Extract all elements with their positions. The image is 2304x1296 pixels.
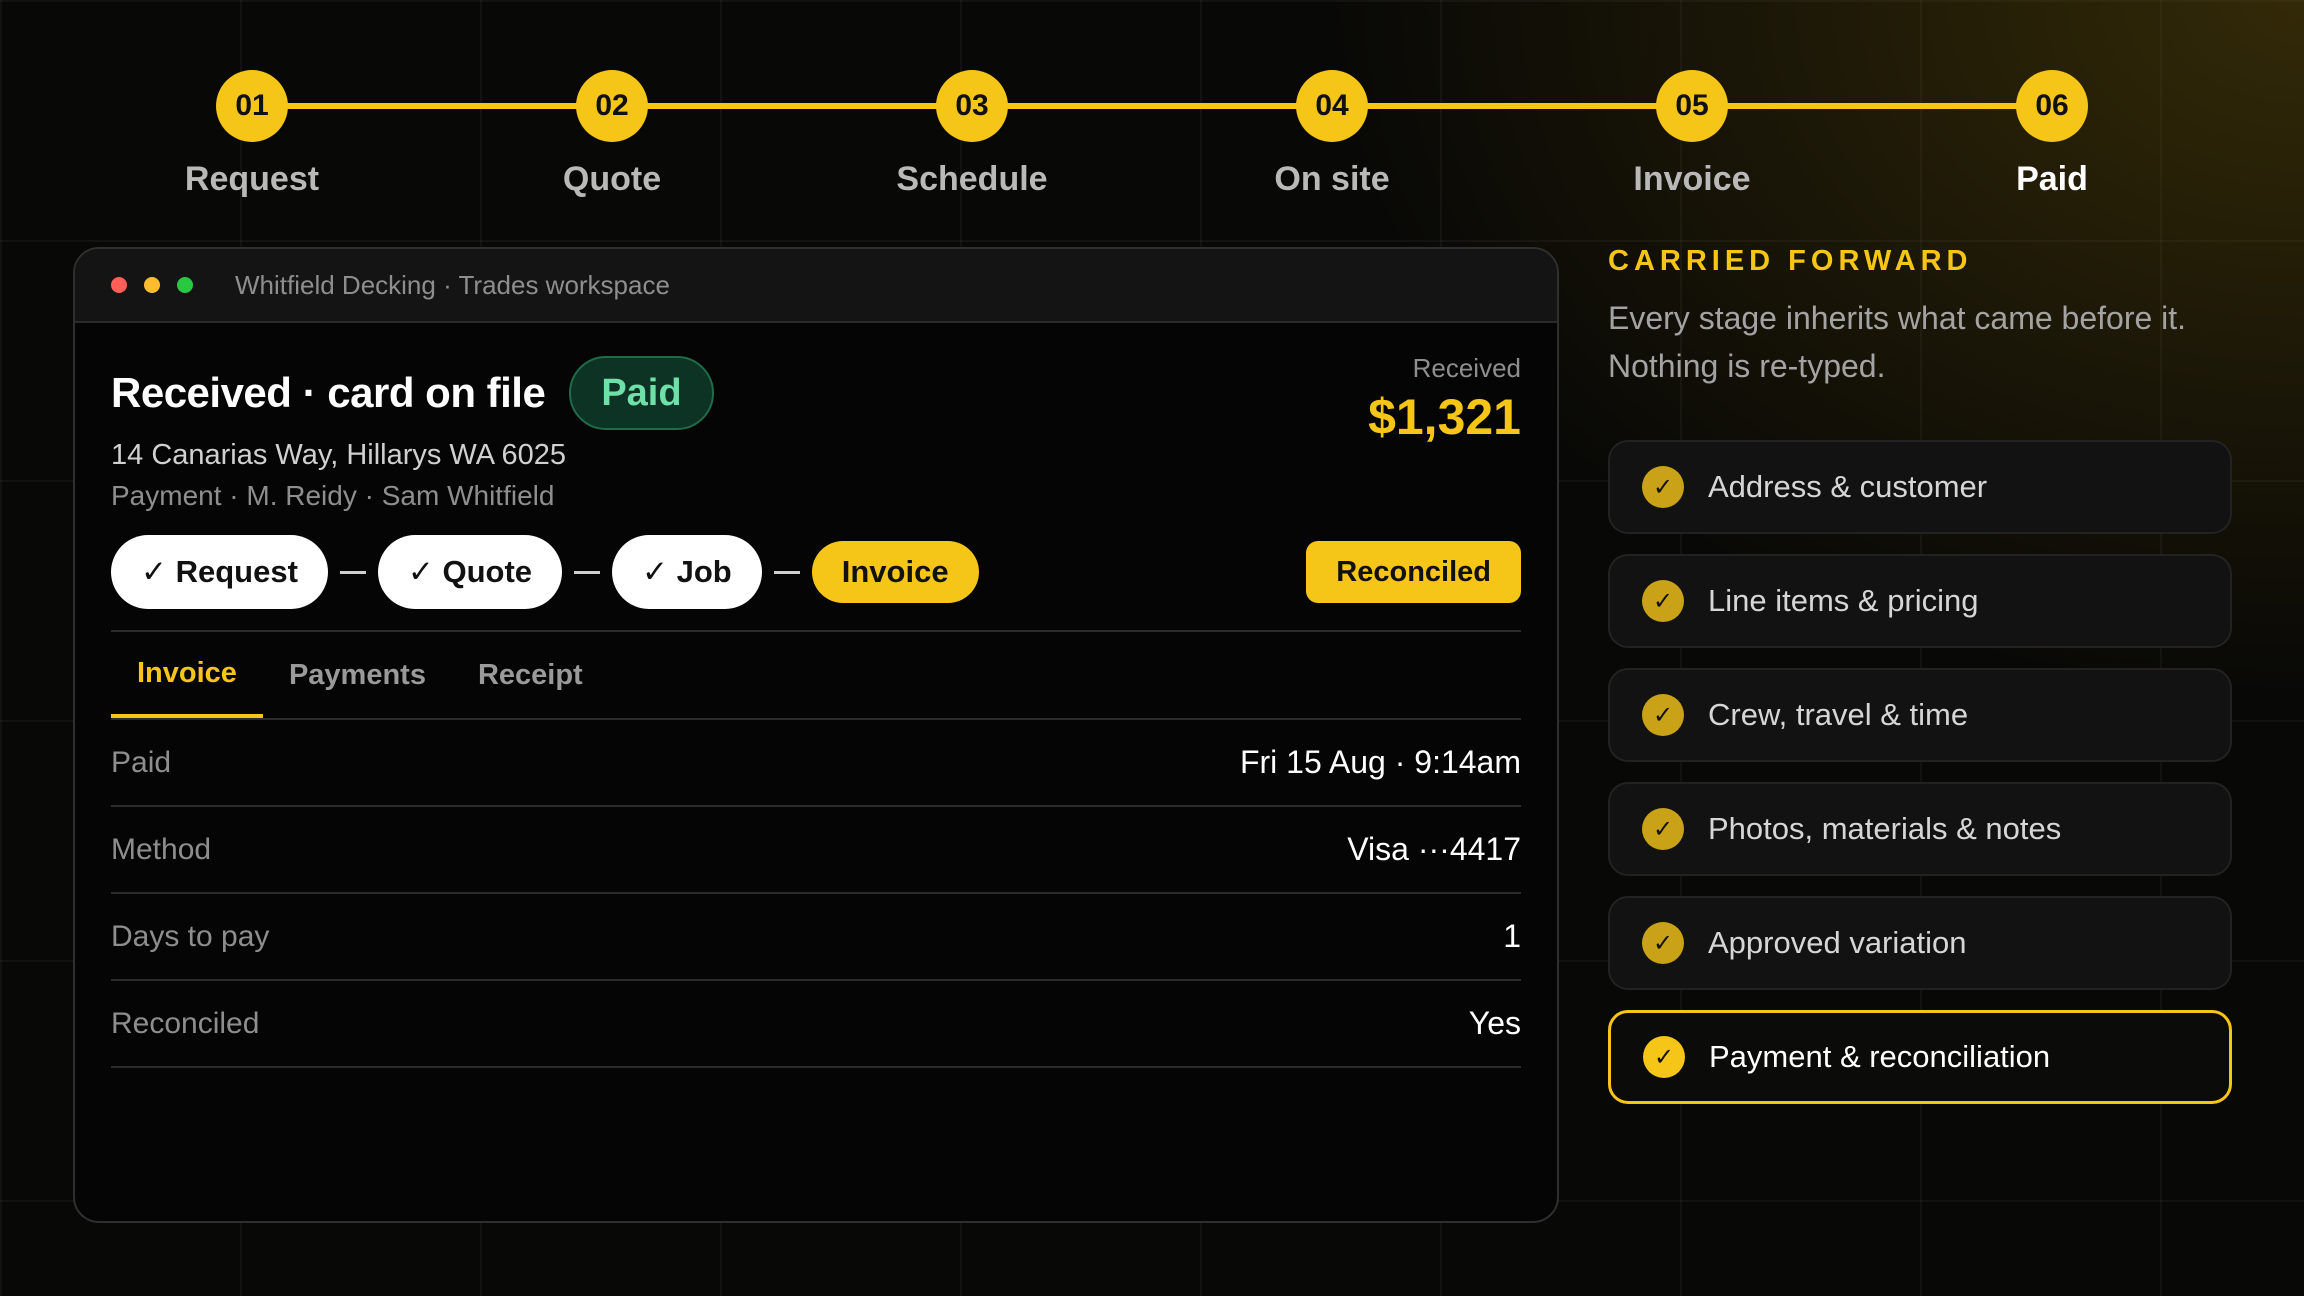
reconciled-button[interactable]: Reconciled — [1306, 541, 1521, 603]
tab-payments[interactable]: Payments — [263, 632, 452, 718]
progress-stepper: 01 Request 02 Quote 03 Schedule 04 On si… — [0, 0, 2304, 230]
step-label: Invoice — [1633, 160, 1751, 198]
carried-item-label: Payment & reconciliation — [1709, 1039, 2051, 1074]
detail-row-reconciled: Reconciled Yes — [111, 981, 1521, 1068]
step-number: 06 — [2016, 70, 2088, 142]
carried-item-address-customer[interactable]: ✓ Address & customer — [1608, 440, 2232, 534]
step-number: 02 — [576, 70, 648, 142]
detail-row-days-to-pay: Days to pay 1 — [111, 894, 1521, 981]
amount-summary: Received $1,321 — [1368, 353, 1521, 446]
check-icon: ✓ — [1642, 580, 1684, 622]
check-icon: ✓ — [1642, 694, 1684, 736]
document-chain: ✓ Request ✓ Quote ✓ Job Invoice Reconcil… — [111, 534, 1521, 610]
step-invoice[interactable]: 05 Invoice — [1572, 70, 1812, 199]
panel-description: Every stage inherits what came before it… — [1608, 294, 2232, 390]
record-address: 14 Canarias Way, Hillarys WA 6025 — [111, 439, 567, 471]
detail-key: Days to pay — [111, 919, 270, 953]
chain-chip-job[interactable]: ✓ Job — [612, 535, 762, 609]
step-quote[interactable]: 02 Quote — [492, 70, 732, 199]
carried-forward-panel: CARRIED FORWARD Every stage inherits wha… — [1608, 245, 2232, 1124]
step-on-site[interactable]: 04 On site — [1212, 70, 1452, 199]
detail-row-method: Method Visa ···4417 — [111, 807, 1521, 894]
carried-item-crew-travel-time[interactable]: ✓ Crew, travel & time — [1608, 668, 2232, 762]
detail-value: Visa ···4417 — [1347, 831, 1521, 867]
chain-chip-quote[interactable]: ✓ Quote — [377, 535, 563, 609]
app-window: Whitfield Decking · Trades workspace Rec… — [73, 247, 1559, 1223]
carried-item-label: Crew, travel & time — [1708, 697, 1969, 732]
window-titlebar: Whitfield Decking · Trades workspace — [75, 249, 1557, 323]
close-window-dot[interactable] — [111, 277, 127, 293]
carried-item-photos-materials-notes[interactable]: ✓ Photos, materials & notes — [1608, 782, 2232, 876]
record-body: Received · card on file Paid Received $1… — [75, 323, 1557, 1068]
record-meta: Payment · M. Reidy · Sam Whitfield — [111, 480, 555, 511]
detail-row-paid: Paid Fri 15 Aug · 9:14am — [111, 720, 1521, 807]
chain-chip-invoice[interactable]: Invoice — [811, 541, 979, 603]
panel-description-line: Nothing is re-typed. — [1608, 348, 1886, 384]
carried-item-label: Photos, materials & notes — [1708, 811, 2062, 846]
check-icon: ✓ — [1642, 466, 1684, 508]
chain-separator — [339, 570, 366, 574]
detail-key: Method — [111, 832, 212, 866]
carried-item-label: Line items & pricing — [1708, 583, 1979, 618]
tab-invoice[interactable]: Invoice — [111, 632, 263, 718]
check-icon: ✓ — [1643, 1036, 1685, 1078]
step-number: 05 — [1656, 70, 1728, 142]
minimize-window-dot[interactable] — [144, 277, 160, 293]
step-paid[interactable]: 06 Paid — [1932, 70, 2172, 199]
step-number: 04 — [1296, 70, 1368, 142]
window-title: Whitfield Decking · Trades workspace — [235, 269, 670, 300]
panel-description-line: Every stage inherits what came before it… — [1608, 300, 2187, 336]
record-title: Received · card on file — [111, 369, 546, 416]
record-tabs: Invoice Payments Receipt — [111, 632, 1521, 720]
check-icon: ✓ — [1642, 808, 1684, 850]
step-label: Paid — [2016, 160, 2088, 198]
step-number: 01 — [216, 70, 288, 142]
panel-heading: CARRIED FORWARD — [1608, 245, 1973, 277]
carried-item-label: Address & customer — [1708, 469, 1988, 504]
chain-chip-request[interactable]: ✓ Request — [111, 535, 328, 609]
carried-item-approved-variation[interactable]: ✓ Approved variation — [1608, 896, 2232, 990]
tab-receipt[interactable]: Receipt — [452, 632, 609, 718]
chain-separator — [773, 570, 800, 574]
detail-key: Paid — [111, 745, 172, 779]
amount-value: $1,321 — [1368, 389, 1521, 445]
amount-label: Received — [1412, 353, 1521, 383]
status-badge: Paid — [569, 356, 714, 430]
detail-value: Yes — [1468, 1005, 1521, 1041]
carried-forward-list: ✓ Address & customer ✓ Line items & pric… — [1608, 440, 2232, 1104]
carried-item-line-items-pricing[interactable]: ✓ Line items & pricing — [1608, 554, 2232, 648]
carried-item-label: Approved variation — [1708, 925, 1967, 960]
step-schedule[interactable]: 03 Schedule — [852, 70, 1092, 199]
detail-value: Fri 15 Aug · 9:14am — [1239, 744, 1521, 780]
step-label: Quote — [562, 160, 662, 198]
record-header: Received · card on file Paid — [111, 353, 1521, 433]
maximize-window-dot[interactable] — [177, 277, 193, 293]
check-icon: ✓ — [1642, 922, 1684, 964]
step-label: Request — [184, 160, 320, 198]
step-number: 03 — [936, 70, 1008, 142]
detail-key: Reconciled — [111, 1006, 260, 1040]
carried-item-payment-reconciliation[interactable]: ✓ Payment & reconciliation — [1608, 1010, 2232, 1104]
chain-separator — [574, 570, 601, 574]
step-label: On site — [1274, 160, 1390, 198]
step-label: Schedule — [896, 160, 1048, 198]
step-request[interactable]: 01 Request — [132, 70, 372, 199]
detail-value: 1 — [1503, 918, 1521, 954]
